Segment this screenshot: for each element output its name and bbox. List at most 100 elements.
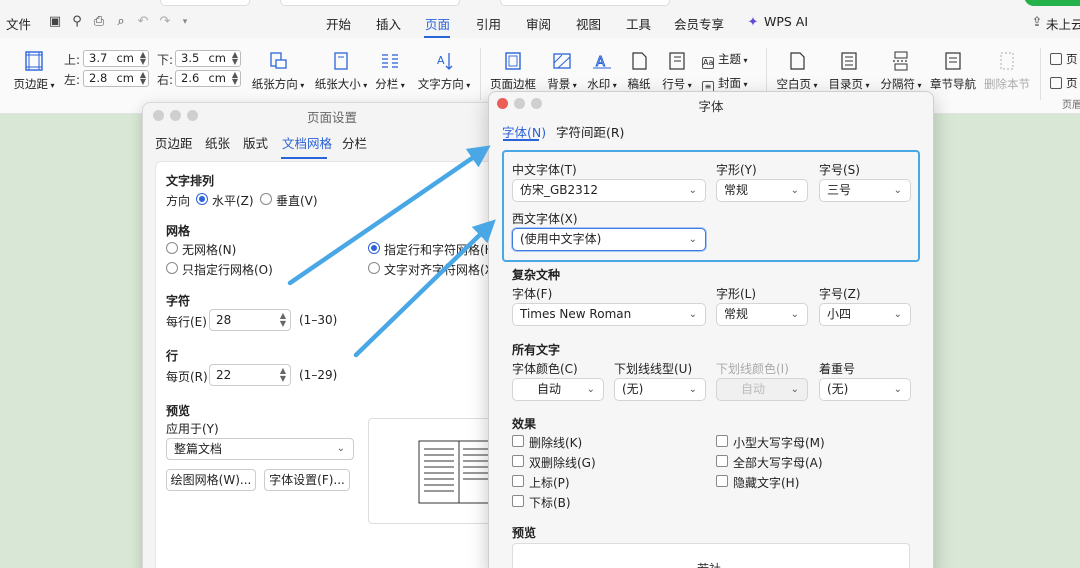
tab-document-grid[interactable]: 文档网格 <box>282 133 332 152</box>
tab-member[interactable]: 会员专享 <box>674 14 724 33</box>
small-caps-checkbox[interactable] <box>716 435 728 447</box>
share-link-icon[interactable]: ⚲ <box>70 15 84 29</box>
columns-button[interactable]: 分栏 ▾ <box>373 50 407 92</box>
font-settings-button[interactable]: 字体设置(F)... <box>264 469 350 491</box>
footer-button[interactable]: 页 <box>1050 75 1078 91</box>
west-font-label: 西文字体(X) <box>512 212 578 226</box>
hidden-checkbox[interactable] <box>716 475 728 487</box>
right-margin-value: 2.6 <box>181 71 200 85</box>
complex-font-select[interactable]: Times New Roman ⌄ <box>512 303 706 326</box>
manuscript-button[interactable]: 稿纸 <box>624 50 654 92</box>
spinner-icon[interactable]: ▲ ▼ <box>232 71 238 86</box>
header-button[interactable]: 页 <box>1050 51 1078 67</box>
left-margin-label: 左: <box>64 73 81 87</box>
orientation-button[interactable]: 纸张方向 ▾ <box>250 50 306 92</box>
superscript-label: 上标(P) <box>529 476 570 490</box>
spinner-icon[interactable]: ▲ ▼ <box>280 367 286 383</box>
section-nav-button[interactable]: 章节导航 <box>930 50 976 92</box>
tab-home[interactable]: 开始 <box>326 14 351 33</box>
cn-font-select[interactable]: 仿宋_GB2312 ⌄ <box>512 179 706 202</box>
per-line-field[interactable]: 28 ▲ ▼ <box>209 309 291 331</box>
left-margin-field[interactable]: 2.8 cm ▲ ▼ <box>83 70 149 87</box>
west-font-select[interactable]: (使用中文字体) ⌄ <box>512 228 706 251</box>
top-margin-field[interactable]: 3.7 cm ▲ ▼ <box>83 50 149 67</box>
left-margin-unit: cm <box>116 71 134 85</box>
underline-select[interactable]: (无) ⌄ <box>614 378 706 401</box>
document-tab[interactable] <box>500 0 670 6</box>
style-select[interactable]: 常规 ⌄ <box>716 179 808 202</box>
tab-page[interactable]: 页面 <box>425 14 450 33</box>
underline-label: 下划线线型(U) <box>614 362 693 376</box>
strike-checkbox[interactable] <box>512 435 524 447</box>
redo-icon[interactable]: ↷ <box>158 15 172 29</box>
all-caps-checkbox[interactable] <box>716 455 728 467</box>
line-char-grid-radio[interactable] <box>368 242 380 254</box>
size-select[interactable]: 三号 ⌄ <box>819 179 911 202</box>
page-border-button[interactable]: 页面边框 <box>490 50 536 92</box>
tab-columns[interactable]: 分栏 <box>342 133 367 152</box>
tab-references[interactable]: 引用 <box>476 14 501 33</box>
subscript-checkbox[interactable] <box>512 495 524 507</box>
watermark-icon: A <box>593 55 611 71</box>
text-direction-button[interactable]: A 文字方向 ▾ <box>415 50 473 92</box>
tab-insert[interactable]: 插入 <box>376 14 401 33</box>
save-icon[interactable]: ▣ <box>48 15 62 29</box>
chevron-down-icon: ⌄ <box>790 309 799 320</box>
horizontal-radio[interactable] <box>196 193 208 205</box>
spinner-icon[interactable]: ▲ ▼ <box>232 51 238 66</box>
toc-page-button[interactable]: 目录页 ▾ <box>826 50 872 92</box>
chevron-down-icon[interactable]: ▾ <box>178 15 192 29</box>
style-value: 常规 <box>724 183 749 197</box>
complex-style-select[interactable]: 常规 ⌄ <box>716 303 808 326</box>
undo-icon[interactable]: ↶ <box>136 15 150 29</box>
complex-size-value: 小四 <box>827 307 852 321</box>
theme-button[interactable]: Aa 主题 ▾ <box>702 51 748 69</box>
print-preview-icon[interactable]: ⌕ <box>114 15 128 29</box>
align-char-grid-radio[interactable] <box>368 262 380 274</box>
no-grid-radio[interactable] <box>166 242 178 254</box>
menu-file[interactable]: 文件 <box>6 14 31 33</box>
tab-margins[interactable]: 页边距 <box>155 133 193 152</box>
separator-button[interactable]: 分隔符 ▾ <box>878 50 924 92</box>
tab-wps-ai[interactable]: WPS AI <box>764 14 808 29</box>
complex-heading: 复杂文种 <box>512 268 561 282</box>
size-label: 字号(S) <box>819 163 860 177</box>
line-grid-radio[interactable] <box>166 262 178 274</box>
per-page-field[interactable]: 22 ▲ ▼ <box>209 364 291 386</box>
superscript-checkbox[interactable] <box>512 475 524 487</box>
tab-tools[interactable]: 工具 <box>626 14 651 33</box>
font-color-select[interactable]: 自动 ⌄ <box>512 378 604 401</box>
bottom-margin-field[interactable]: 3.5 cm ▲ ▼ <box>175 50 241 67</box>
size-button[interactable]: 纸张大小 ▾ <box>313 50 369 92</box>
double-strike-checkbox[interactable] <box>512 455 524 467</box>
right-margin-field[interactable]: 2.6 cm ▲ ▼ <box>175 70 241 87</box>
delete-section-button[interactable]: 删除本节 <box>984 50 1030 92</box>
print-icon[interactable]: ⎙ <box>92 15 106 29</box>
tab-review[interactable]: 审阅 <box>526 14 551 33</box>
document-tab[interactable] <box>280 0 460 6</box>
margins-button[interactable]: 页边距 ▾ <box>12 50 56 92</box>
spinner-icon[interactable]: ▲ ▼ <box>140 51 146 66</box>
upgrade-badge[interactable] <box>1024 0 1080 6</box>
apply-to-select[interactable]: 整篇文档 ⌄ <box>166 438 354 460</box>
vertical-radio[interactable] <box>260 193 272 205</box>
preview-text: 若社 <box>697 560 721 568</box>
spinner-icon[interactable]: ▲ ▼ <box>140 71 146 86</box>
blank-page-button[interactable]: 空白页 ▾ <box>774 50 820 92</box>
draw-grid-button[interactable]: 绘图网格(W)... <box>166 469 256 491</box>
cloud-status[interactable]: 未上云 <box>1046 14 1080 33</box>
tab-paper[interactable]: 纸张 <box>205 133 230 152</box>
tab-layout[interactable]: 版式 <box>243 133 268 152</box>
background-button[interactable]: 背景 ▾ <box>544 50 580 92</box>
watermark-button[interactable]: A 水印 ▾ <box>584 50 620 92</box>
complex-font-label: 字体(F) <box>512 287 553 301</box>
emphasis-select[interactable]: (无) ⌄ <box>819 378 911 401</box>
complex-size-select[interactable]: 小四 ⌄ <box>819 303 911 326</box>
tab-view[interactable]: 视图 <box>576 14 601 33</box>
spinner-icon[interactable]: ▲ ▼ <box>280 312 286 328</box>
document-tab[interactable] <box>160 0 250 6</box>
document-tab-strip <box>150 0 670 6</box>
line-number-button[interactable]: 行号 ▾ <box>660 50 694 92</box>
chevron-down-icon: ⌄ <box>688 234 697 245</box>
tab-character-spacing[interactable]: 字符间距(R) <box>556 122 624 141</box>
